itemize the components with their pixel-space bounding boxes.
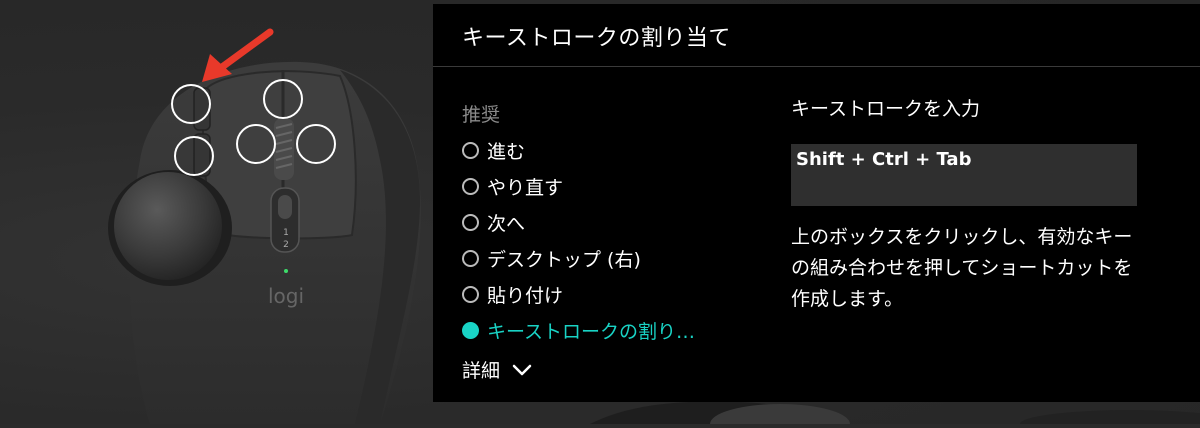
recommended-label: 推奨: [462, 104, 501, 126]
help-text: 上のボックスをクリックし、有効なキーの組み合わせを押してショートカットを作成しま…: [791, 226, 1133, 310]
option-keystroke-assignment[interactable]: キーストロークの割り…: [462, 312, 762, 348]
details-toggle[interactable]: 詳細: [462, 356, 532, 383]
logi-logo: logi: [268, 284, 304, 308]
radio-icon[interactable]: [462, 249, 479, 267]
keystroke-input[interactable]: Shift + Ctrl + Tab: [791, 144, 1137, 206]
radio-icon[interactable]: [462, 285, 479, 303]
option-label: 貼り付け: [487, 284, 564, 307]
keystroke-input-section: キーストロークを入力 Shift + Ctrl + Tab 上のボックスをクリッ…: [791, 94, 1171, 315]
panel-header: キーストロークの割り当て: [433, 4, 1200, 67]
option-paste[interactable]: 貼り付け: [462, 276, 762, 312]
options-list: 推奨 進む やり直す 次へ デスクトップ (右) 貼り付け キーストロークの割り…: [462, 100, 762, 348]
details-label: 詳細: [462, 360, 501, 382]
option-redo[interactable]: やり直す: [462, 168, 762, 204]
button-hotspot-forward[interactable]: [174, 136, 214, 176]
option-forward[interactable]: 進む: [462, 132, 762, 168]
option-label: 次へ: [487, 212, 526, 235]
background: 1 2 logi キーストロークの割り当て 推奨 進む やり直す 次へ デスクト…: [0, 0, 1200, 425]
button-hotspot-right[interactable]: [296, 124, 336, 164]
decorative-shape: [590, 401, 1200, 424]
option-label: キーストロークの割り…: [487, 320, 696, 343]
mouse-button-label-2: 2: [283, 240, 289, 250]
keystroke-panel: キーストロークの割り当て 推奨 進む やり直す 次へ デスクトップ (右) 貼り…: [433, 4, 1200, 402]
mouse-button-label-1: 1: [283, 228, 289, 238]
radio-icon[interactable]: [462, 321, 479, 339]
option-label: デスクトップ (右): [487, 248, 641, 271]
option-desktop-right[interactable]: デスクトップ (右): [462, 240, 762, 276]
option-label: やり直す: [487, 176, 564, 199]
mouse-illustration: 1 2 logi: [0, 0, 440, 425]
panel-title: キーストロークの割り当て: [462, 26, 731, 51]
radio-icon[interactable]: [462, 177, 479, 195]
radio-icon[interactable]: [462, 141, 479, 159]
option-label: 進む: [487, 140, 526, 163]
option-next[interactable]: 次へ: [462, 204, 762, 240]
chevron-down-icon: [512, 364, 532, 375]
button-hotspot-back[interactable]: [171, 84, 211, 124]
keystroke-input-label: キーストロークを入力: [791, 98, 981, 120]
radio-icon[interactable]: [462, 213, 479, 231]
red-arrow-icon: [202, 28, 274, 82]
button-hotspot-left[interactable]: [236, 124, 276, 164]
